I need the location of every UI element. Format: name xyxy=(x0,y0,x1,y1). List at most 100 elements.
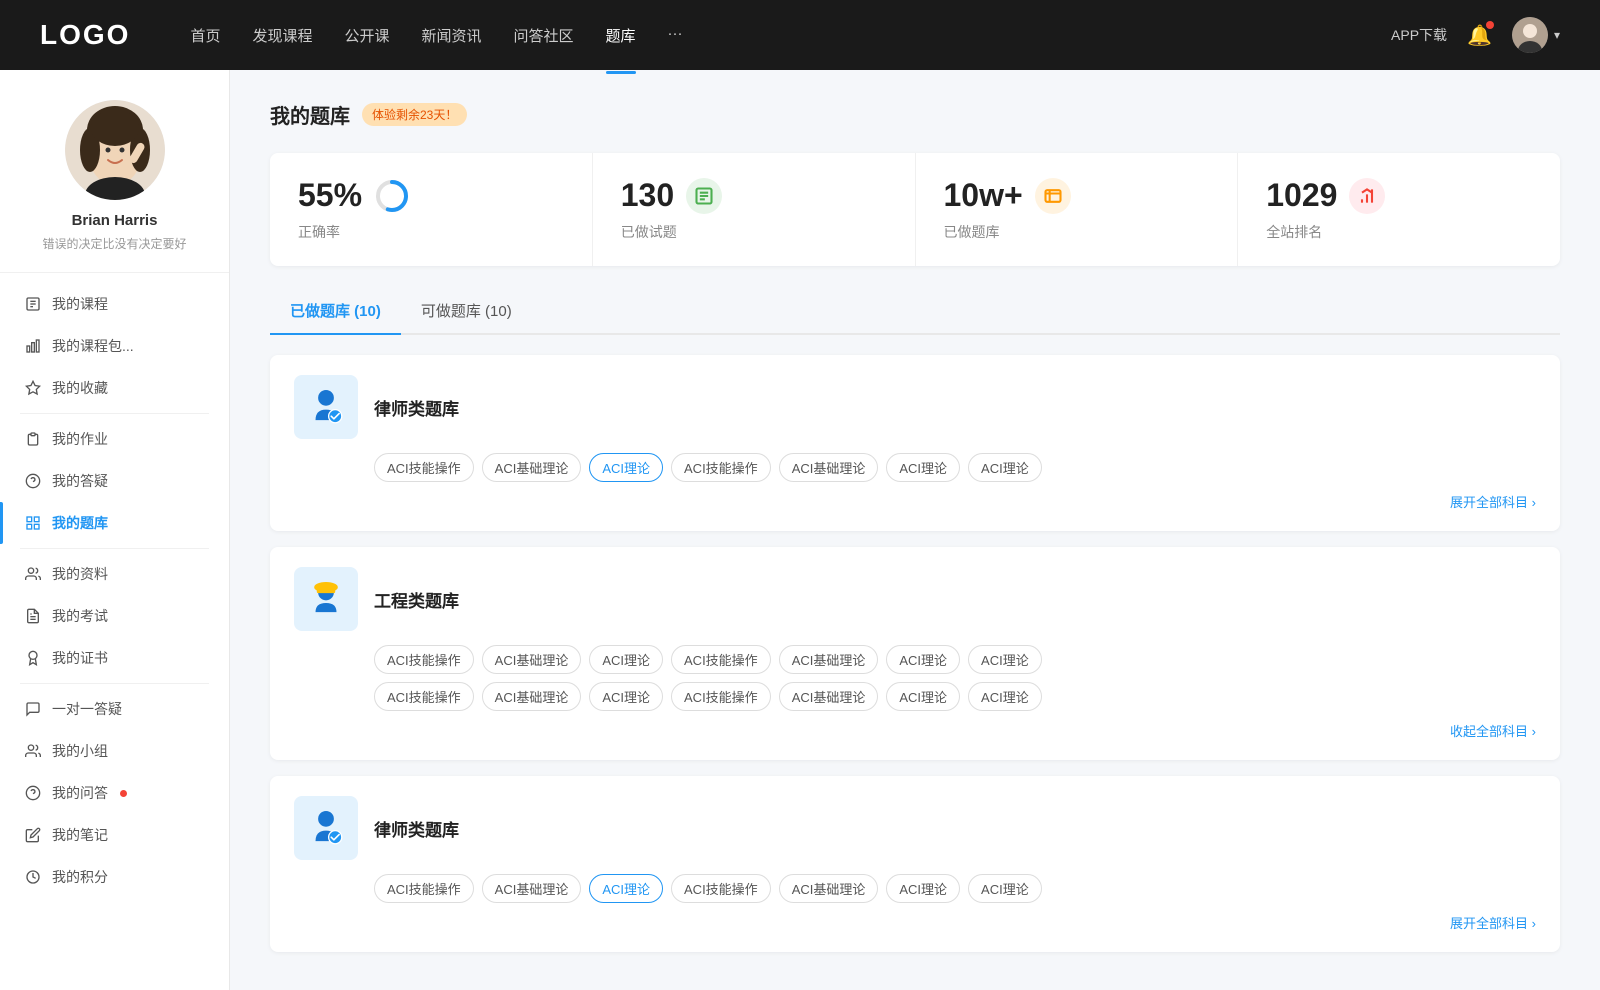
page-header: 我的题库 体验剩余23天！ xyxy=(270,100,1560,129)
message-circle-icon xyxy=(24,700,42,718)
qbank-tag[interactable]: ACI基础理论 xyxy=(482,453,582,482)
stat-done-banks-top: 10w+ xyxy=(944,177,1210,214)
qbank-title-1: 律师类题库 xyxy=(374,395,459,420)
sidebar-item-exams[interactable]: 我的考试 xyxy=(0,595,229,637)
notification-dot xyxy=(1486,21,1494,29)
nav-open-course[interactable]: 公开课 xyxy=(344,21,389,50)
nav-news[interactable]: 新闻资讯 xyxy=(422,21,482,50)
qbank-tags-2-row1: ACI技能操作 ACI基础理论 ACI理论 ACI技能操作 ACI基础理论 AC… xyxy=(374,645,1536,674)
tab-done[interactable]: 已做题库 (10) xyxy=(270,290,401,333)
sidebar-label-qa: 我的答疑 xyxy=(52,471,108,491)
qbank-tag[interactable]: ACI理论 xyxy=(886,453,960,482)
sidebar-label-favorites: 我的收藏 xyxy=(52,378,108,398)
nav-qa[interactable]: 问答社区 xyxy=(514,21,574,50)
qbank-title-2: 工程类题库 xyxy=(374,587,459,612)
sidebar-item-courses[interactable]: 我的课程 xyxy=(0,283,229,325)
sidebar-item-profile-info[interactable]: 我的资料 xyxy=(0,553,229,595)
award-icon xyxy=(24,649,42,667)
qbank-tag[interactable]: ACI技能操作 xyxy=(671,453,771,482)
coin-icon xyxy=(24,868,42,886)
chevron-down-icon: ▾ xyxy=(1554,28,1560,42)
qbank-tag[interactable]: ACI理论 xyxy=(968,453,1042,482)
sidebar-item-notes[interactable]: 我的笔记 xyxy=(0,814,229,856)
sidebar-item-oneone[interactable]: 一对一答疑 xyxy=(0,688,229,730)
sidebar-item-packages[interactable]: 我的课程包... xyxy=(0,325,229,367)
stat-done-banks-value: 10w+ xyxy=(944,177,1023,214)
grid-icon xyxy=(24,514,42,532)
qbank-tag[interactable]: ACI理论 xyxy=(886,874,960,903)
qbank-tag[interactable]: ACI基础理论 xyxy=(779,453,879,482)
qbank-tag[interactable]: ACI基础理论 xyxy=(482,645,582,674)
stat-accuracy: 55% 正确率 xyxy=(270,153,593,266)
nav-home[interactable]: 首页 xyxy=(190,21,220,50)
stat-accuracy-top: 55% xyxy=(298,177,564,214)
sidebar-label-qbank: 我的题库 xyxy=(52,513,108,533)
qbank-tag[interactable]: ACI技能操作 xyxy=(671,682,771,711)
qbank-tag-selected[interactable]: ACI理论 xyxy=(589,874,663,903)
qbank-tag[interactable]: ACI基础理论 xyxy=(482,874,582,903)
qbank-card-lawyer-2: 律师类题库 ACI技能操作 ACI基础理论 ACI理论 ACI技能操作 ACI基… xyxy=(270,776,1560,952)
expand-button-1[interactable]: 展开全部科目 › xyxy=(1450,492,1536,511)
list-green-icon xyxy=(686,178,722,214)
qbank-tag[interactable]: ACI理论 xyxy=(968,645,1042,674)
nav-discover[interactable]: 发现课程 xyxy=(252,21,312,50)
sidebar-item-certificates[interactable]: 我的证书 xyxy=(0,637,229,679)
users-icon xyxy=(24,565,42,583)
qbank-tag-selected[interactable]: ACI理论 xyxy=(589,453,663,482)
qbank-tag[interactable]: ACI技能操作 xyxy=(671,874,771,903)
qbank-tag[interactable]: ACI技能操作 xyxy=(671,645,771,674)
sidebar-item-homework[interactable]: 我的作业 xyxy=(0,418,229,460)
qbank-tag[interactable]: ACI技能操作 xyxy=(374,453,474,482)
stat-accuracy-label: 正确率 xyxy=(298,222,564,242)
sidebar-item-qa[interactable]: 我的答疑 xyxy=(0,460,229,502)
stat-done-banks-label: 已做题库 xyxy=(944,222,1210,242)
engineer-icon xyxy=(294,567,358,631)
sidebar-item-favorites[interactable]: 我的收藏 xyxy=(0,367,229,409)
qbank-tag[interactable]: ACI理论 xyxy=(886,645,960,674)
expand-button-3[interactable]: 展开全部科目 › xyxy=(1450,913,1536,932)
user-avatar-menu[interactable]: ▾ xyxy=(1512,17,1560,53)
qbank-tag[interactable]: ACI技能操作 xyxy=(374,682,474,711)
nav-more[interactable]: ··· xyxy=(668,21,683,50)
notification-bell[interactable]: 🔔 xyxy=(1467,23,1492,48)
nav-qbank[interactable]: 题库 xyxy=(606,21,636,50)
qbank-tag[interactable]: ACI理论 xyxy=(968,874,1042,903)
file-icon xyxy=(24,295,42,313)
qbank-title-3: 律师类题库 xyxy=(374,816,459,841)
qbank-tag[interactable]: ACI基础理论 xyxy=(779,874,879,903)
qbank-tag[interactable]: ACI基础理论 xyxy=(482,682,582,711)
sidebar-item-qbank[interactable]: 我的题库 xyxy=(0,502,229,544)
sidebar-divider-3 xyxy=(20,683,209,684)
sidebar-menu: 我的课程 我的课程包... 我的收藏 我的作业 xyxy=(0,273,229,908)
app-download-button[interactable]: APP下载 xyxy=(1391,25,1447,45)
qbank-card-header-2: 工程类题库 xyxy=(294,567,1536,631)
sidebar-label-homework: 我的作业 xyxy=(52,429,108,449)
sidebar-item-points[interactable]: 我的积分 xyxy=(0,856,229,898)
bar-chart-icon xyxy=(24,337,42,355)
stat-done-questions-label: 已做试题 xyxy=(621,222,887,242)
sidebar-label-group: 我的小组 xyxy=(52,741,108,761)
qbank-tag[interactable]: ACI基础理论 xyxy=(779,645,879,674)
qbank-tag[interactable]: ACI理论 xyxy=(886,682,960,711)
qbank-tag[interactable]: ACI理论 xyxy=(589,645,663,674)
sidebar-profile: Brian Harris 错误的决定比没有决定要好 xyxy=(0,90,229,273)
qbank-tag[interactable]: ACI基础理论 xyxy=(779,682,879,711)
stats-row: 55% 正确率 130 xyxy=(270,153,1560,266)
qbank-tags-1: ACI技能操作 ACI基础理论 ACI理论 ACI技能操作 ACI基础理论 AC… xyxy=(374,453,1536,482)
file-text-icon xyxy=(24,607,42,625)
sidebar-item-my-questions[interactable]: 我的问答 xyxy=(0,772,229,814)
qbank-tag[interactable]: ACI技能操作 xyxy=(374,645,474,674)
sidebar: Brian Harris 错误的决定比没有决定要好 我的课程 我的课程包... xyxy=(0,70,230,990)
qbank-tag[interactable]: ACI技能操作 xyxy=(374,874,474,903)
help-circle-icon xyxy=(24,472,42,490)
sidebar-item-group[interactable]: 我的小组 xyxy=(0,730,229,772)
stat-rank-top: 1029 xyxy=(1266,177,1532,214)
star-icon xyxy=(24,379,42,397)
collapse-button[interactable]: 收起全部科目 › xyxy=(1450,721,1536,740)
qbank-tag[interactable]: ACI理论 xyxy=(589,682,663,711)
tab-todo[interactable]: 可做题库 (10) xyxy=(401,290,532,333)
navbar: LOGO 首页 发现课程 公开课 新闻资讯 问答社区 题库 ··· APP下载 … xyxy=(0,0,1600,70)
list-orange-icon xyxy=(1035,178,1071,214)
qbank-tag[interactable]: ACI理论 xyxy=(968,682,1042,711)
clipboard-icon xyxy=(24,430,42,448)
